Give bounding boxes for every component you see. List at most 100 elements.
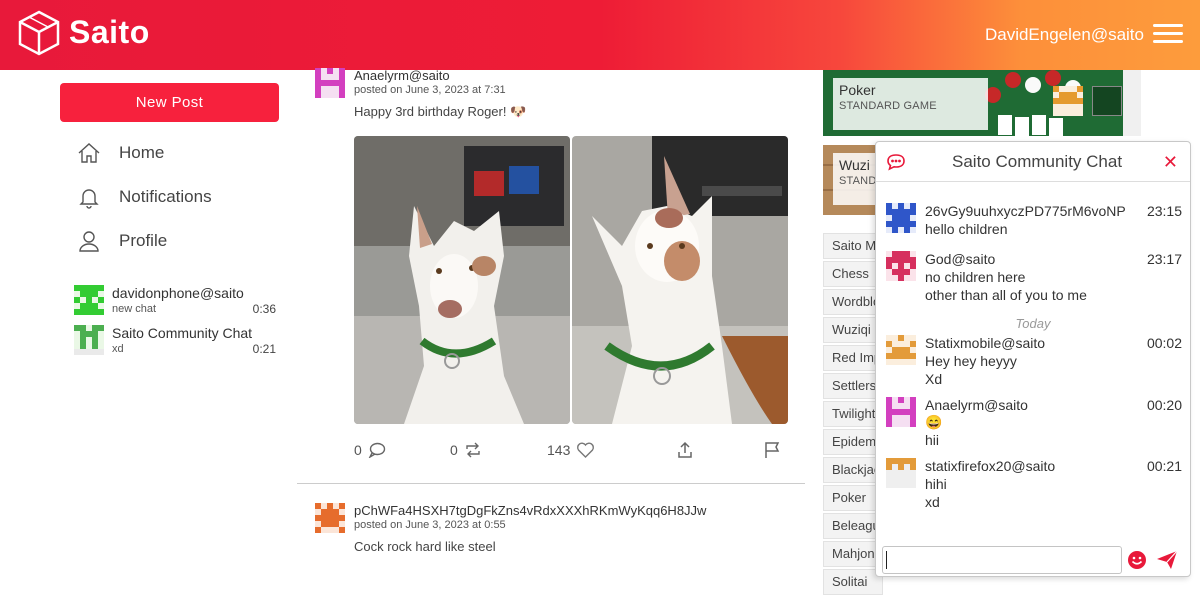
comment-count: 0 bbox=[354, 442, 362, 458]
chat-list-item[interactable]: Saito Community Chat xd 0:21 bbox=[74, 325, 280, 365]
chat-sender: Statixmobile@saito bbox=[925, 335, 1046, 351]
emoji-icon[interactable] bbox=[1127, 550, 1147, 570]
logo-text[interactable]: Saito bbox=[69, 14, 150, 51]
chat-text: hihi bbox=[925, 476, 947, 492]
game-list-item[interactable]: Wuziqi bbox=[823, 317, 883, 343]
game-list-item[interactable]: Red Imp bbox=[823, 345, 883, 371]
game-name: Poker bbox=[839, 82, 876, 98]
heart-icon bbox=[577, 442, 595, 458]
chat-time: 23:17 bbox=[1146, 251, 1182, 267]
chat-bubble-icon bbox=[887, 154, 905, 171]
avatar bbox=[886, 203, 916, 233]
chat-text: no children here bbox=[925, 269, 1026, 285]
current-username[interactable]: DavidEngelen@saito bbox=[985, 25, 1144, 45]
text-caret bbox=[886, 551, 887, 569]
top-header: Saito DavidEngelen@saito bbox=[0, 0, 1200, 70]
game-list-item[interactable]: Chess bbox=[823, 261, 883, 287]
chat-list-item[interactable]: davidonphone@saito new chat 0:36 bbox=[74, 285, 280, 325]
chat-text: 😄 bbox=[925, 414, 943, 430]
bell-icon bbox=[79, 189, 99, 209]
nav-profile-label: Profile bbox=[119, 231, 168, 250]
community-chat-popup[interactable]: Saito Community Chat ✕ 26vGy9uuhxyczPD77… bbox=[875, 141, 1191, 577]
feed-post[interactable]: pChWFa4HSXH7tgDgFkZns4vRdxXXXhRKmWyKqq6H… bbox=[315, 503, 805, 573]
game-list-item[interactable]: Settlers bbox=[823, 373, 883, 399]
post-text: Happy 3rd birthday Roger! 🐶 bbox=[354, 104, 527, 119]
chat-time: 23:15 bbox=[1146, 203, 1182, 219]
game-list-item[interactable]: Blackjac bbox=[823, 457, 883, 483]
chat-text: other than all of you to me bbox=[925, 287, 1087, 303]
avatar bbox=[886, 251, 916, 281]
retweet-action[interactable]: 0 bbox=[450, 440, 482, 460]
comment-action[interactable]: 0 bbox=[354, 440, 386, 460]
nav-home[interactable]: Home bbox=[77, 138, 164, 168]
post-date: posted on June 3, 2023 at 7:31 bbox=[354, 84, 506, 96]
like-count: 143 bbox=[547, 442, 571, 458]
saito-logo-icon[interactable] bbox=[18, 10, 60, 56]
chat-last-message: xd bbox=[112, 343, 124, 355]
avatar bbox=[886, 458, 916, 488]
send-icon[interactable] bbox=[1156, 550, 1178, 570]
chat-text: Xd bbox=[925, 371, 943, 387]
game-list-item[interactable]: Twilight bbox=[823, 401, 883, 427]
game-label: Poker STANDARD GAME bbox=[833, 78, 988, 130]
chat-text: Hey hey heyyy bbox=[925, 353, 1017, 369]
avatar bbox=[886, 335, 916, 365]
post-author[interactable]: pChWFa4HSXH7tgDgFkZns4vRdxXXXhRKmWyKqq6H… bbox=[354, 503, 706, 518]
game-card-poker[interactable]: Poker STANDARD GAME bbox=[823, 70, 1141, 136]
home-icon bbox=[78, 143, 100, 163]
like-action[interactable]: 143 bbox=[547, 440, 595, 460]
flag-action[interactable] bbox=[757, 440, 781, 460]
game-list-item[interactable]: Solitai bbox=[823, 569, 883, 595]
post-author[interactable]: Anaelyrm@saito bbox=[354, 68, 450, 83]
close-icon[interactable]: ✕ bbox=[1163, 152, 1178, 173]
chat-message-input[interactable] bbox=[882, 546, 1122, 574]
avatar bbox=[1053, 86, 1083, 116]
game-list-item[interactable]: Wordblo bbox=[823, 289, 883, 315]
avatar bbox=[74, 285, 104, 315]
chat-time: 0:36 bbox=[252, 302, 276, 316]
nav-profile[interactable]: Profile bbox=[77, 226, 167, 256]
flag-icon bbox=[765, 442, 780, 458]
nav-notifications-label: Notifications bbox=[119, 187, 212, 206]
chat-sender: God@saito bbox=[925, 251, 996, 267]
chat-name: Saito Community Chat bbox=[112, 325, 253, 341]
share-action[interactable] bbox=[670, 440, 694, 460]
date-divider: Today bbox=[1015, 316, 1051, 331]
chat-last-message: new chat bbox=[112, 303, 157, 315]
nav-home-label: Home bbox=[119, 143, 165, 162]
game-list-item[interactable]: Saito Ma bbox=[823, 233, 883, 259]
empty-seat[interactable] bbox=[1092, 86, 1122, 116]
chat-sender: Anaelyrm@saito bbox=[925, 397, 1028, 413]
chat-text: xd bbox=[925, 494, 940, 510]
avatar bbox=[74, 325, 104, 355]
nav-notifications[interactable]: Notifications bbox=[77, 182, 212, 212]
post-divider bbox=[297, 483, 805, 484]
chat-header[interactable]: Saito Community Chat ✕ bbox=[876, 142, 1190, 182]
comment-icon bbox=[368, 442, 385, 458]
avatar bbox=[886, 397, 916, 427]
chat-time: 00:02 bbox=[1146, 335, 1182, 351]
post-image[interactable] bbox=[354, 136, 570, 424]
retweet-count: 0 bbox=[450, 442, 458, 458]
chat-title: Saito Community Chat bbox=[952, 152, 1123, 171]
chat-time: 0:21 bbox=[252, 342, 276, 356]
chat-text: hello children bbox=[925, 221, 1008, 237]
game-list-item[interactable]: Mahjong bbox=[823, 541, 883, 567]
game-list-item[interactable]: Epidemi bbox=[823, 429, 883, 455]
post-image[interactable] bbox=[572, 136, 788, 424]
avatar[interactable] bbox=[315, 503, 345, 533]
game-type: STANDARD GAME bbox=[839, 100, 937, 112]
game-list-item[interactable]: Beleagu bbox=[823, 513, 883, 539]
chat-time: 00:21 bbox=[1146, 458, 1182, 474]
new-post-button[interactable]: New Post bbox=[60, 83, 279, 122]
chat-name: davidonphone@saito bbox=[112, 285, 244, 301]
hamburger-menu-icon[interactable] bbox=[1153, 24, 1183, 44]
post-date: posted on June 3, 2023 at 0:55 bbox=[354, 519, 506, 531]
retweet-icon bbox=[466, 442, 480, 458]
user-icon bbox=[79, 231, 99, 252]
chat-text: hii bbox=[925, 432, 940, 448]
game-list-item[interactable]: Poker bbox=[823, 485, 883, 511]
chat-sender: statixfirefox20@saito bbox=[925, 458, 1056, 474]
share-icon bbox=[678, 441, 692, 458]
avatar[interactable] bbox=[315, 68, 345, 98]
